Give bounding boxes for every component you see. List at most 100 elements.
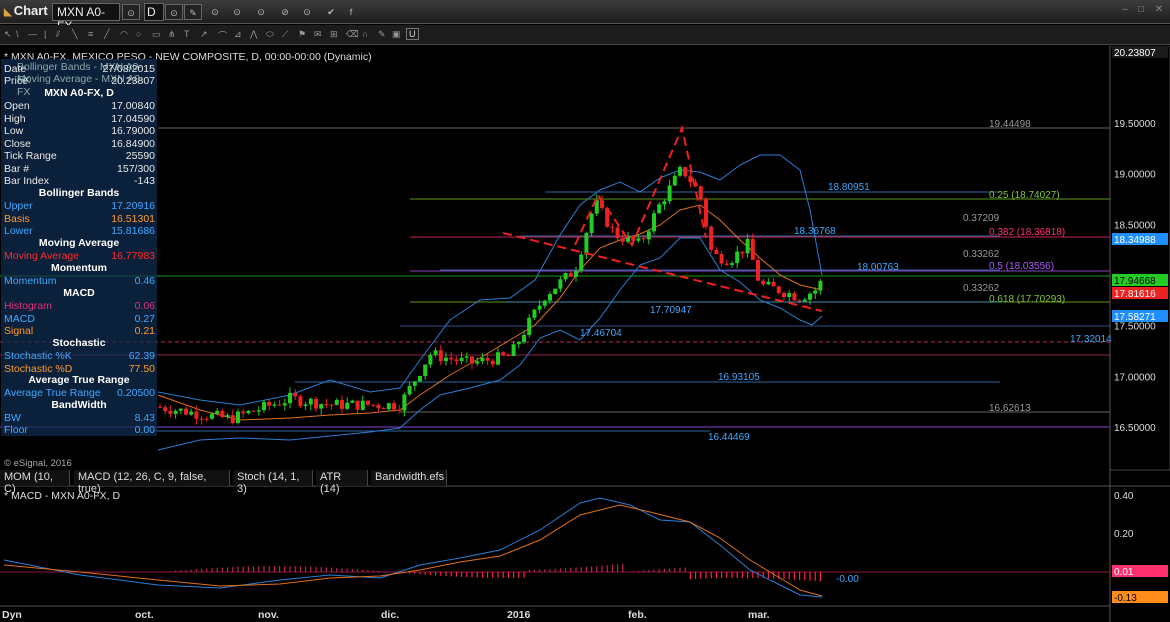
arrow-tool-icon[interactable]: ↗ bbox=[200, 29, 208, 40]
candle-body bbox=[792, 293, 797, 301]
fib-label: 17.70947 bbox=[650, 305, 692, 316]
time-axis: Dyn oct. nov. dic. 2016 feb. mar. bbox=[0, 605, 1110, 621]
candle-body bbox=[475, 361, 480, 364]
tab-bandwidth[interactable]: Bandwidth.efs bbox=[371, 470, 447, 486]
fib-label: 0.618 (17.70293) bbox=[989, 294, 1065, 305]
dw-low: Low 16.79000 bbox=[4, 125, 155, 137]
price-label-17-32014: 17.32014 bbox=[1070, 334, 1112, 345]
candle-body bbox=[496, 352, 500, 365]
interval-input[interactable]: D bbox=[144, 3, 164, 21]
candle-body bbox=[756, 259, 760, 281]
minimize-icon[interactable]: – bbox=[1118, 4, 1132, 18]
candle-body bbox=[490, 360, 495, 365]
note-tool-icon[interactable]: ✉ bbox=[314, 29, 322, 40]
candle-body bbox=[709, 226, 714, 250]
speed-tool-icon[interactable]: ⟋ bbox=[282, 29, 288, 40]
flag-tool-icon[interactable]: ⚑ bbox=[298, 29, 306, 40]
price-tick-label: 17.50000 bbox=[1114, 322, 1156, 333]
candle-body bbox=[579, 254, 584, 272]
zoom-icon[interactable]: ⊙ bbox=[252, 4, 270, 20]
candle-body bbox=[454, 359, 459, 362]
arc-tool-icon[interactable]: ◠ bbox=[120, 29, 128, 40]
candle-body bbox=[657, 204, 662, 214]
circle-tool-icon[interactable]: ○ bbox=[136, 29, 141, 39]
gann-tool-icon[interactable]: ╱ bbox=[104, 29, 109, 40]
price-tick-label: 18.50000 bbox=[1114, 220, 1156, 231]
ray-tool-icon[interactable]: \ bbox=[16, 29, 19, 39]
regression-tool-icon[interactable]: ⊿ bbox=[234, 29, 242, 40]
dw-sto-k: Stochastic %K 62.39 bbox=[4, 350, 155, 362]
dw-bb-lower: Lower 15.81686 bbox=[4, 225, 155, 237]
candle-body bbox=[584, 233, 589, 255]
channel-tool-icon[interactable]: ⫽ bbox=[56, 29, 60, 40]
facebook-icon[interactable]: f bbox=[342, 4, 360, 20]
candle-body bbox=[464, 356, 469, 358]
fib-tool-icon[interactable]: ≡ bbox=[88, 29, 93, 39]
fib-label: 18.80951 bbox=[828, 182, 870, 193]
twitter-icon[interactable]: ✔ bbox=[322, 4, 340, 20]
dw-signal: Signal 0.21 bbox=[4, 325, 155, 337]
dw-tick-range: Tick Range 25590 bbox=[4, 150, 155, 162]
tab-mom[interactable]: MOM (10, C) bbox=[0, 470, 70, 495]
magnet-tool-icon[interactable]: ∩ bbox=[362, 29, 368, 39]
candle-body bbox=[485, 357, 490, 361]
symbol-options-icon[interactable]: ⊙ bbox=[122, 4, 140, 20]
candle-body bbox=[225, 415, 230, 418]
candle-body bbox=[418, 376, 422, 382]
price-tick-label: 19.50000 bbox=[1114, 119, 1156, 130]
fib-label: 0.33262 bbox=[963, 283, 1000, 294]
rect-tool-icon[interactable]: ▭ bbox=[152, 29, 161, 40]
dw-close: Close 16.84900 bbox=[4, 137, 155, 150]
tab-atr[interactable]: ATR (14) bbox=[316, 470, 368, 495]
settings-icon[interactable]: ⊙ bbox=[298, 4, 316, 20]
time-tick-label: oct. bbox=[135, 609, 154, 621]
dw-open: Open 17.00840 bbox=[4, 100, 155, 112]
pitch-tool-icon[interactable]: ⋀ bbox=[250, 29, 257, 40]
undo-tool-icon[interactable]: U bbox=[406, 28, 419, 40]
close-icon[interactable]: ✕ bbox=[1152, 4, 1166, 18]
ellipse-tool-icon[interactable]: ⬭ bbox=[266, 29, 274, 40]
candle-body bbox=[428, 354, 433, 365]
candle-body bbox=[818, 281, 823, 291]
dw-bw-head: BandWidth bbox=[51, 399, 107, 411]
cursor-icon[interactable]: ⊙ bbox=[206, 4, 224, 20]
candle-body bbox=[646, 231, 651, 240]
price-chart[interactable]: 19.44498 18.80951 0.25 (18.74027) 0.37209 18… bbox=[0, 45, 1170, 622]
symbol-input[interactable]: MXN A0-FX bbox=[52, 3, 120, 33]
candle-body bbox=[407, 385, 412, 395]
vline-tool-icon[interactable]: | bbox=[44, 29, 46, 39]
crosshair-icon[interactable]: ⊙ bbox=[228, 4, 246, 20]
candle-body bbox=[288, 392, 292, 404]
tab-stoch[interactable]: Stoch (14, 1, 3) bbox=[233, 470, 313, 495]
draw-tool-icon[interactable]: ✎ bbox=[184, 4, 202, 20]
macd-zero-label: -0.00 bbox=[836, 574, 859, 585]
tab-macd[interactable]: MACD (12, 26, C, 9, false, true) bbox=[74, 470, 230, 495]
fib-label: 0.382 (18.36818) bbox=[989, 227, 1065, 238]
hline-tool-icon[interactable]: — bbox=[28, 29, 37, 39]
interval-options-icon[interactable]: ⊙ bbox=[165, 4, 183, 20]
candle-body bbox=[761, 280, 766, 285]
dw-macd-head: MACD bbox=[63, 287, 95, 299]
price-tick-label: 16.50000 bbox=[1114, 423, 1156, 434]
measure-tool-icon[interactable]: ⊞ bbox=[330, 29, 338, 40]
dw-ma: Moving Average 16.77983 bbox=[4, 250, 155, 262]
erase-tool-icon[interactable]: ⌫ bbox=[346, 29, 359, 40]
candle-body bbox=[433, 350, 438, 355]
cycle-tool-icon[interactable]: ⌒ bbox=[218, 29, 227, 42]
maximize-icon[interactable]: □ bbox=[1134, 4, 1148, 18]
fib-label: 16.62613 bbox=[989, 403, 1031, 414]
trend-tool-icon[interactable]: ╲ bbox=[72, 29, 77, 40]
candle-body bbox=[303, 404, 308, 406]
dw-bw: BW 8.43 bbox=[4, 412, 155, 424]
link-icon[interactable]: ⊘ bbox=[276, 4, 294, 20]
pen-tool-icon[interactable]: ✎ bbox=[378, 29, 386, 40]
dw-ma-head: Moving Average bbox=[38, 237, 120, 249]
candle-body bbox=[397, 409, 402, 411]
candle-body bbox=[620, 238, 625, 242]
candle-body bbox=[652, 213, 656, 232]
line-tool-icon[interactable]: ↖ bbox=[4, 29, 12, 40]
candle-body bbox=[470, 356, 474, 364]
andrews-tool-icon[interactable]: ⋔ bbox=[168, 29, 176, 40]
disk-tool-icon[interactable]: ▣ bbox=[392, 29, 401, 40]
text-tool-icon[interactable]: T bbox=[184, 29, 190, 39]
